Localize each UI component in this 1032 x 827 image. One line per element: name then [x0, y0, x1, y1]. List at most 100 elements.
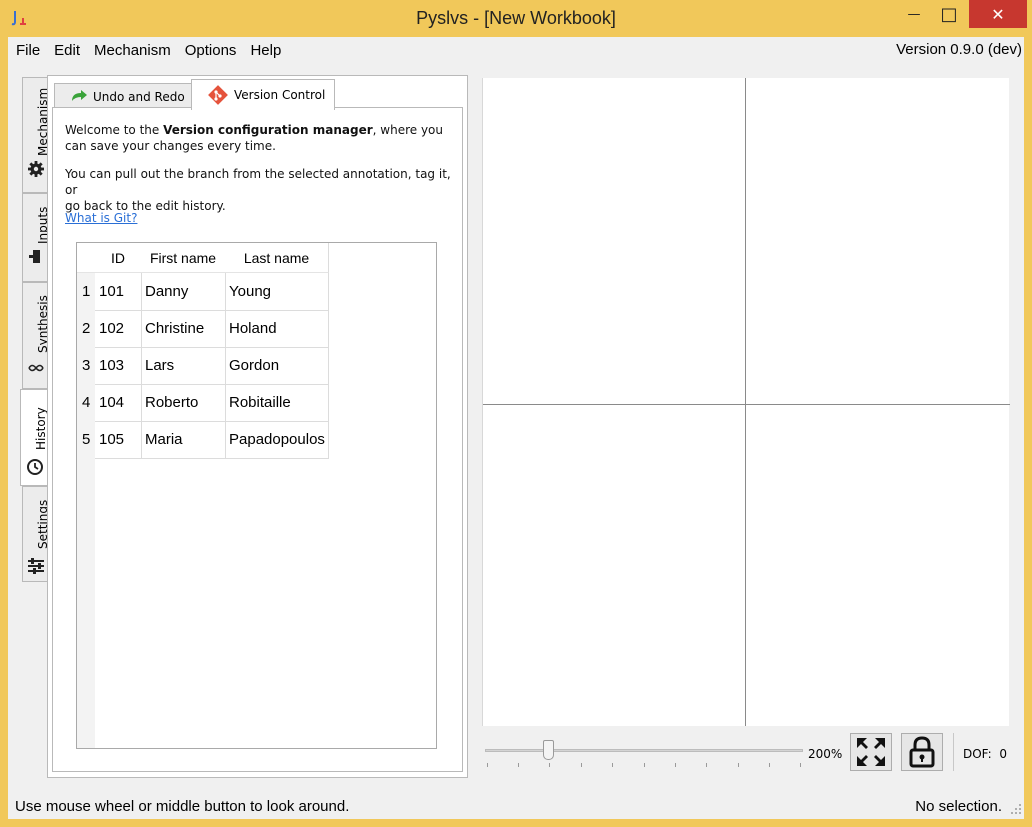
main-client-area: File Edit Mechanism Options Help Version… — [8, 37, 1024, 819]
dof-readout: DOF: 0 — [963, 747, 1007, 761]
slider-handle[interactable] — [543, 740, 554, 760]
version-control-pane: Welcome to the Version configuration man… — [52, 107, 463, 772]
cell-id[interactable]: 103 — [99, 347, 124, 384]
tab-history[interactable]: History — [20, 389, 48, 486]
intro-text: Welcome to the Version configuration man… — [65, 123, 443, 153]
row-number: 4 — [82, 394, 91, 411]
cell-id[interactable]: 104 — [99, 384, 124, 421]
menu-mechanism[interactable]: Mechanism — [87, 37, 178, 65]
slider-tick — [769, 763, 770, 767]
drawing-canvas[interactable] — [482, 78, 1010, 726]
window-title: Pyslvs - [New Workbook] — [416, 8, 616, 28]
lock-view-button[interactable] — [901, 733, 943, 771]
slider-tick — [518, 763, 519, 767]
slider-tick — [612, 763, 613, 767]
tab-undo-redo[interactable]: Undo and Redo — [54, 83, 192, 110]
minimize-icon: — — [907, 6, 921, 22]
lock-icon — [909, 736, 935, 768]
grid-line — [141, 273, 142, 458]
cell-first-name[interactable]: Danny — [145, 273, 188, 310]
slider-track — [485, 749, 803, 752]
resize-grip-icon[interactable] — [1010, 803, 1022, 815]
slider-tick — [487, 763, 488, 767]
history-panel: Undo and Redo Version Control Welcome to… — [47, 75, 468, 778]
cell-last-name[interactable]: Gordon — [229, 347, 279, 384]
menu-file[interactable]: File — [8, 37, 47, 65]
col-header-last-name[interactable]: Last name — [225, 243, 329, 273]
slider-tick — [706, 763, 707, 767]
close-button[interactable]: ✕ — [969, 0, 1027, 28]
tab-mechanism[interactable]: Mechanism — [22, 77, 50, 193]
cell-id[interactable]: 102 — [99, 310, 124, 347]
menu-edit[interactable]: Edit — [47, 37, 87, 65]
tab-history-label: History — [34, 407, 48, 450]
undo-arrow-icon — [72, 90, 87, 101]
cell-first-name[interactable]: Christine — [145, 310, 204, 347]
slider-tick — [549, 763, 550, 767]
maximize-button[interactable]: □ — [932, 0, 966, 28]
menu-bar: File Edit Mechanism Options Help — [8, 37, 1024, 65]
status-message: Use mouse wheel or middle button to look… — [15, 798, 350, 815]
corner-header — [77, 243, 96, 273]
close-icon: ✕ — [991, 4, 1005, 24]
minimize-button[interactable]: — — [898, 0, 930, 28]
cell-last-name[interactable]: Robitaille — [229, 384, 291, 421]
maximize-icon: □ — [940, 3, 958, 25]
zoom-level-label: 200% — [808, 747, 843, 761]
menu-help[interactable]: Help — [243, 37, 288, 65]
cell-first-name[interactable]: Maria — [145, 421, 183, 458]
dof-value: 0 — [999, 747, 1007, 761]
title-bar[interactable]: Pyslvs - [New Workbook] — □ ✕ — [0, 0, 1032, 37]
grid-line — [95, 384, 329, 385]
sliders-icon — [28, 558, 44, 574]
tab-version-control-label: Version Control — [234, 88, 326, 102]
expand-arrows-icon — [857, 738, 885, 766]
grid-line — [225, 273, 226, 458]
what-is-git-link[interactable]: What is Git? — [65, 211, 137, 225]
cell-id[interactable]: 101 — [99, 273, 124, 310]
branch-text: You can pull out the branch from the sel… — [65, 167, 451, 213]
toolbar-separator — [953, 733, 954, 771]
slider-tick — [675, 763, 676, 767]
tab-version-control[interactable]: Version Control — [191, 79, 335, 110]
gear-icon — [28, 161, 44, 177]
commit-table[interactable]: ID First name Last name 1 101 Danny Youn… — [76, 242, 437, 749]
slider-tick — [644, 763, 645, 767]
col-header-first-name[interactable]: First name — [141, 243, 226, 273]
row-number: 3 — [82, 357, 91, 374]
synthesis-icon — [28, 364, 44, 372]
cell-first-name[interactable]: Roberto — [145, 384, 198, 421]
y-axis-line — [745, 78, 746, 726]
menu-options[interactable]: Options — [178, 37, 244, 65]
cell-last-name[interactable]: Holand — [229, 310, 277, 347]
zoom-slider[interactable] — [485, 740, 803, 768]
dof-label: DOF: — [963, 747, 992, 761]
cell-last-name[interactable]: Papadopoulos — [229, 421, 325, 458]
x-axis-line — [483, 404, 1010, 405]
cell-first-name[interactable]: Lars — [145, 347, 174, 384]
git-icon — [208, 85, 228, 105]
row-number: 5 — [82, 431, 91, 448]
tab-synthesis[interactable]: Synthesis — [22, 282, 50, 389]
tab-inputs[interactable]: Inputs — [22, 193, 50, 282]
tab-undo-redo-label: Undo and Redo — [93, 90, 185, 104]
cell-id[interactable]: 105 — [99, 421, 124, 458]
git-help-link-row: What is Git? — [65, 210, 457, 226]
grid-line — [328, 273, 329, 458]
cell-last-name[interactable]: Young — [229, 273, 271, 310]
input-icon — [29, 250, 40, 263]
row-number: 2 — [82, 320, 91, 337]
grid-line — [95, 310, 329, 311]
version-label: Version 0.9.0 (dev) — [896, 41, 1022, 58]
selection-status: No selection. — [915, 798, 1002, 815]
slider-tick — [738, 763, 739, 767]
row-number: 1 — [82, 283, 91, 300]
grid-line — [95, 458, 329, 459]
clock-icon — [27, 459, 43, 475]
col-header-id[interactable]: ID — [95, 243, 142, 273]
app-window: Pyslvs - [New Workbook] — □ ✕ File Edit … — [0, 0, 1032, 827]
tab-settings[interactable]: Settings — [22, 486, 50, 582]
slider-tick — [800, 763, 801, 767]
slider-tick — [581, 763, 582, 767]
zoom-to-fit-button[interactable] — [850, 733, 892, 771]
